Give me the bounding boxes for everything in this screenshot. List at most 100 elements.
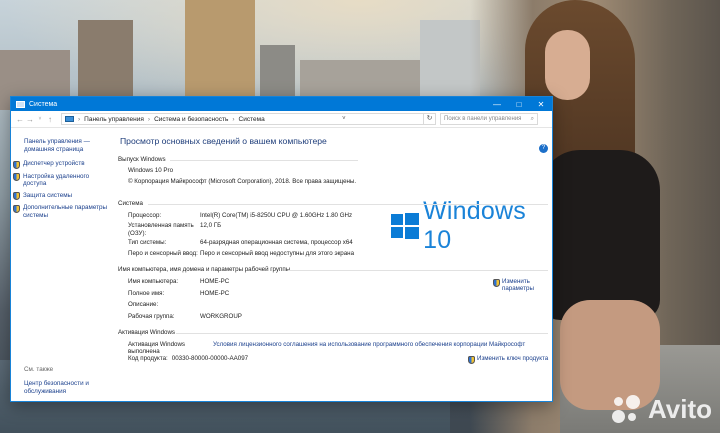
close-button[interactable]: ✕ <box>530 97 552 111</box>
product-id-row: Код продукта: 00330-80000-00000-AA097 <box>128 355 248 362</box>
wallpaper-building <box>260 45 295 100</box>
product-id-value: 00330-80000-00000-AA097 <box>171 355 249 362</box>
row-value: Intel(R) Core(TM) i5-8250U CPU @ 1.60GHz… <box>200 212 353 219</box>
back-arrow-icon[interactable]: ← <box>15 115 25 124</box>
address-dropdown-icon[interactable]: ˅ <box>342 116 346 122</box>
section-divider <box>148 204 548 205</box>
breadcrumb-separator-icon: › <box>232 115 235 123</box>
activation-status-row: Активация Windows выполнена Условия лице… <box>128 341 525 355</box>
breadcrumb-separator-icon: › <box>78 115 81 123</box>
wallpaper-building <box>78 20 133 105</box>
breadcrumb-separator-icon: › <box>147 115 151 123</box>
search-placeholder: Поиск в панели управления <box>444 116 522 122</box>
row-label: Перо и сенсорный ввод: <box>128 250 198 257</box>
row-label: Рабочая группа: <box>128 313 175 320</box>
copyright-text: © Корпорация Майкрософт (Microsoft Corpo… <box>128 178 357 185</box>
sidebar: Панель управления — домашняя страница Ди… <box>11 128 113 401</box>
info-row-description: Описание: <box>128 301 200 308</box>
row-label: Процессор: <box>128 212 162 219</box>
info-row-processor: Процессор: Intel(R) Core(TM) i5-8250U CP… <box>128 212 352 219</box>
help-icon[interactable]: ? <box>539 144 548 153</box>
avito-logo-icon <box>611 394 642 425</box>
shield-icon <box>493 278 500 287</box>
breadcrumb-system-security[interactable]: Система и безопасность <box>154 116 228 123</box>
security-maintenance-link[interactable]: Центр безопасности и обслуживания <box>24 380 104 396</box>
row-value: Перо и сенсорный ввод недоступны для это… <box>200 250 355 257</box>
edition-value: Windows 10 Pro <box>128 167 173 174</box>
shield-icon <box>468 355 475 364</box>
edition-section-title: Выпуск Windows <box>118 156 166 163</box>
info-row-computer-name: Имя компьютера: HOME-PC <box>128 278 229 285</box>
chevron-down-icon[interactable]: ˅ <box>35 116 45 122</box>
page-title: Просмотр основных сведений о вашем компь… <box>120 136 327 146</box>
search-input[interactable]: Поиск в панели управления ⌕ <box>440 113 538 125</box>
sidebar-item-label: Защита системы <box>23 191 73 199</box>
info-row-workgroup: Рабочая группа: WORKGROUP <box>128 313 242 320</box>
system-app-icon <box>16 100 25 108</box>
copyright-row: © Корпорация Майкрософт (Microsoft Corpo… <box>128 178 356 185</box>
change-settings-link[interactable]: Изменить параметры <box>493 278 534 292</box>
row-value: 12,0 ГБ <box>200 222 222 229</box>
sidebar-home-line2: домашняя страница <box>24 146 84 153</box>
row-value: 64-разрядная операционная система, проце… <box>200 239 353 246</box>
sidebar-home-link[interactable]: Панель управления — домашняя страница <box>24 138 113 154</box>
info-row-full-name: Полное имя: HOME-PC <box>128 290 229 297</box>
change-settings-line1: Изменить <box>502 278 530 285</box>
window-body: Панель управления — домашняя страница Ди… <box>11 128 552 401</box>
windows-logo-text: Windows 10 <box>423 197 526 254</box>
row-label: Установленная память (ОЗУ): <box>128 222 194 237</box>
address-bar[interactable]: › Панель управления › Система и безопасн… <box>61 113 436 125</box>
avito-watermark: Avito <box>611 394 712 425</box>
sidebar-item-label: Дополнительные параметры системы <box>23 204 108 219</box>
main-content: Просмотр основных сведений о вашем компь… <box>118 128 552 401</box>
wallpaper-building <box>185 0 255 100</box>
title-bar[interactable]: Система — □ ✕ <box>11 97 552 111</box>
info-row-system-type: Тип системы: 64-разрядная операционная с… <box>128 239 353 246</box>
license-terms-link[interactable]: Условия лицензионного соглашения на испо… <box>213 341 525 355</box>
change-product-key-text: Изменить ключ продукта <box>477 355 549 362</box>
sidebar-item-advanced-settings[interactable]: Дополнительные параметры системы <box>13 204 113 219</box>
row-value: HOME-PC <box>200 290 230 297</box>
row-label: Описание: <box>128 301 159 308</box>
breadcrumb-system[interactable]: Система <box>239 116 265 123</box>
row-value: WORKGROUP <box>200 313 242 320</box>
forward-arrow-icon[interactable]: → <box>25 115 35 124</box>
change-settings-text: Изменить параметры <box>502 278 534 292</box>
row-label: Полное имя: <box>128 290 165 297</box>
sidebar-item-device-manager[interactable]: Диспетчер устройств <box>13 160 113 169</box>
windows-flag-icon <box>391 213 419 239</box>
sidebar-item-label: Диспетчер устройств <box>23 160 85 167</box>
shield-icon <box>13 192 20 200</box>
row-label: Тип системы: <box>128 239 167 246</box>
change-settings-line2: параметры <box>502 285 534 292</box>
shield-icon <box>13 160 20 169</box>
avito-watermark-text: Avito <box>647 394 712 424</box>
wallpaper-person-face <box>545 30 590 100</box>
wallpaper-person-dress <box>540 150 660 320</box>
system-window: Система — □ ✕ ← → ˅ ↑ › Панель управлени… <box>10 96 553 402</box>
see-also-label: См. также <box>24 366 54 373</box>
sidebar-item-system-protection[interactable]: Защита системы <box>13 191 113 200</box>
shield-icon <box>13 173 20 181</box>
sidebar-item-remote-access[interactable]: Настройка удаленного доступа <box>13 173 113 188</box>
sidebar-home-line1: Панель управления — <box>24 138 90 145</box>
wallpaper-building <box>300 60 430 100</box>
search-icon[interactable]: ⌕ <box>531 116 534 123</box>
up-arrow-icon[interactable]: ↑ <box>45 115 55 124</box>
windows-10-logo: Windows 10 <box>391 197 552 255</box>
row-value: HOME-PC <box>200 278 230 285</box>
info-row-pen-touch: Перо и сенсорный ввод: Перо и сенсорный … <box>128 250 354 257</box>
row-label: Имя компьютера: <box>128 278 179 285</box>
refresh-icon[interactable]: ↻ <box>423 114 435 124</box>
windows-edition: Windows 10 Pro <box>128 167 174 174</box>
system-section-title: Система <box>118 200 143 207</box>
maximize-button[interactable]: □ <box>508 97 530 111</box>
name-section-title: Имя компьютера, имя домена и параметры р… <box>118 266 291 273</box>
window-title: Система <box>29 100 58 108</box>
section-divider <box>170 160 358 161</box>
product-id-label: Код продукта: <box>128 355 168 362</box>
change-product-key-link[interactable]: Изменить ключ продукта <box>468 355 548 364</box>
minimize-button[interactable]: — <box>486 97 508 111</box>
breadcrumb-control-panel[interactable]: Панель управления <box>84 116 144 123</box>
shield-icon <box>13 204 20 213</box>
